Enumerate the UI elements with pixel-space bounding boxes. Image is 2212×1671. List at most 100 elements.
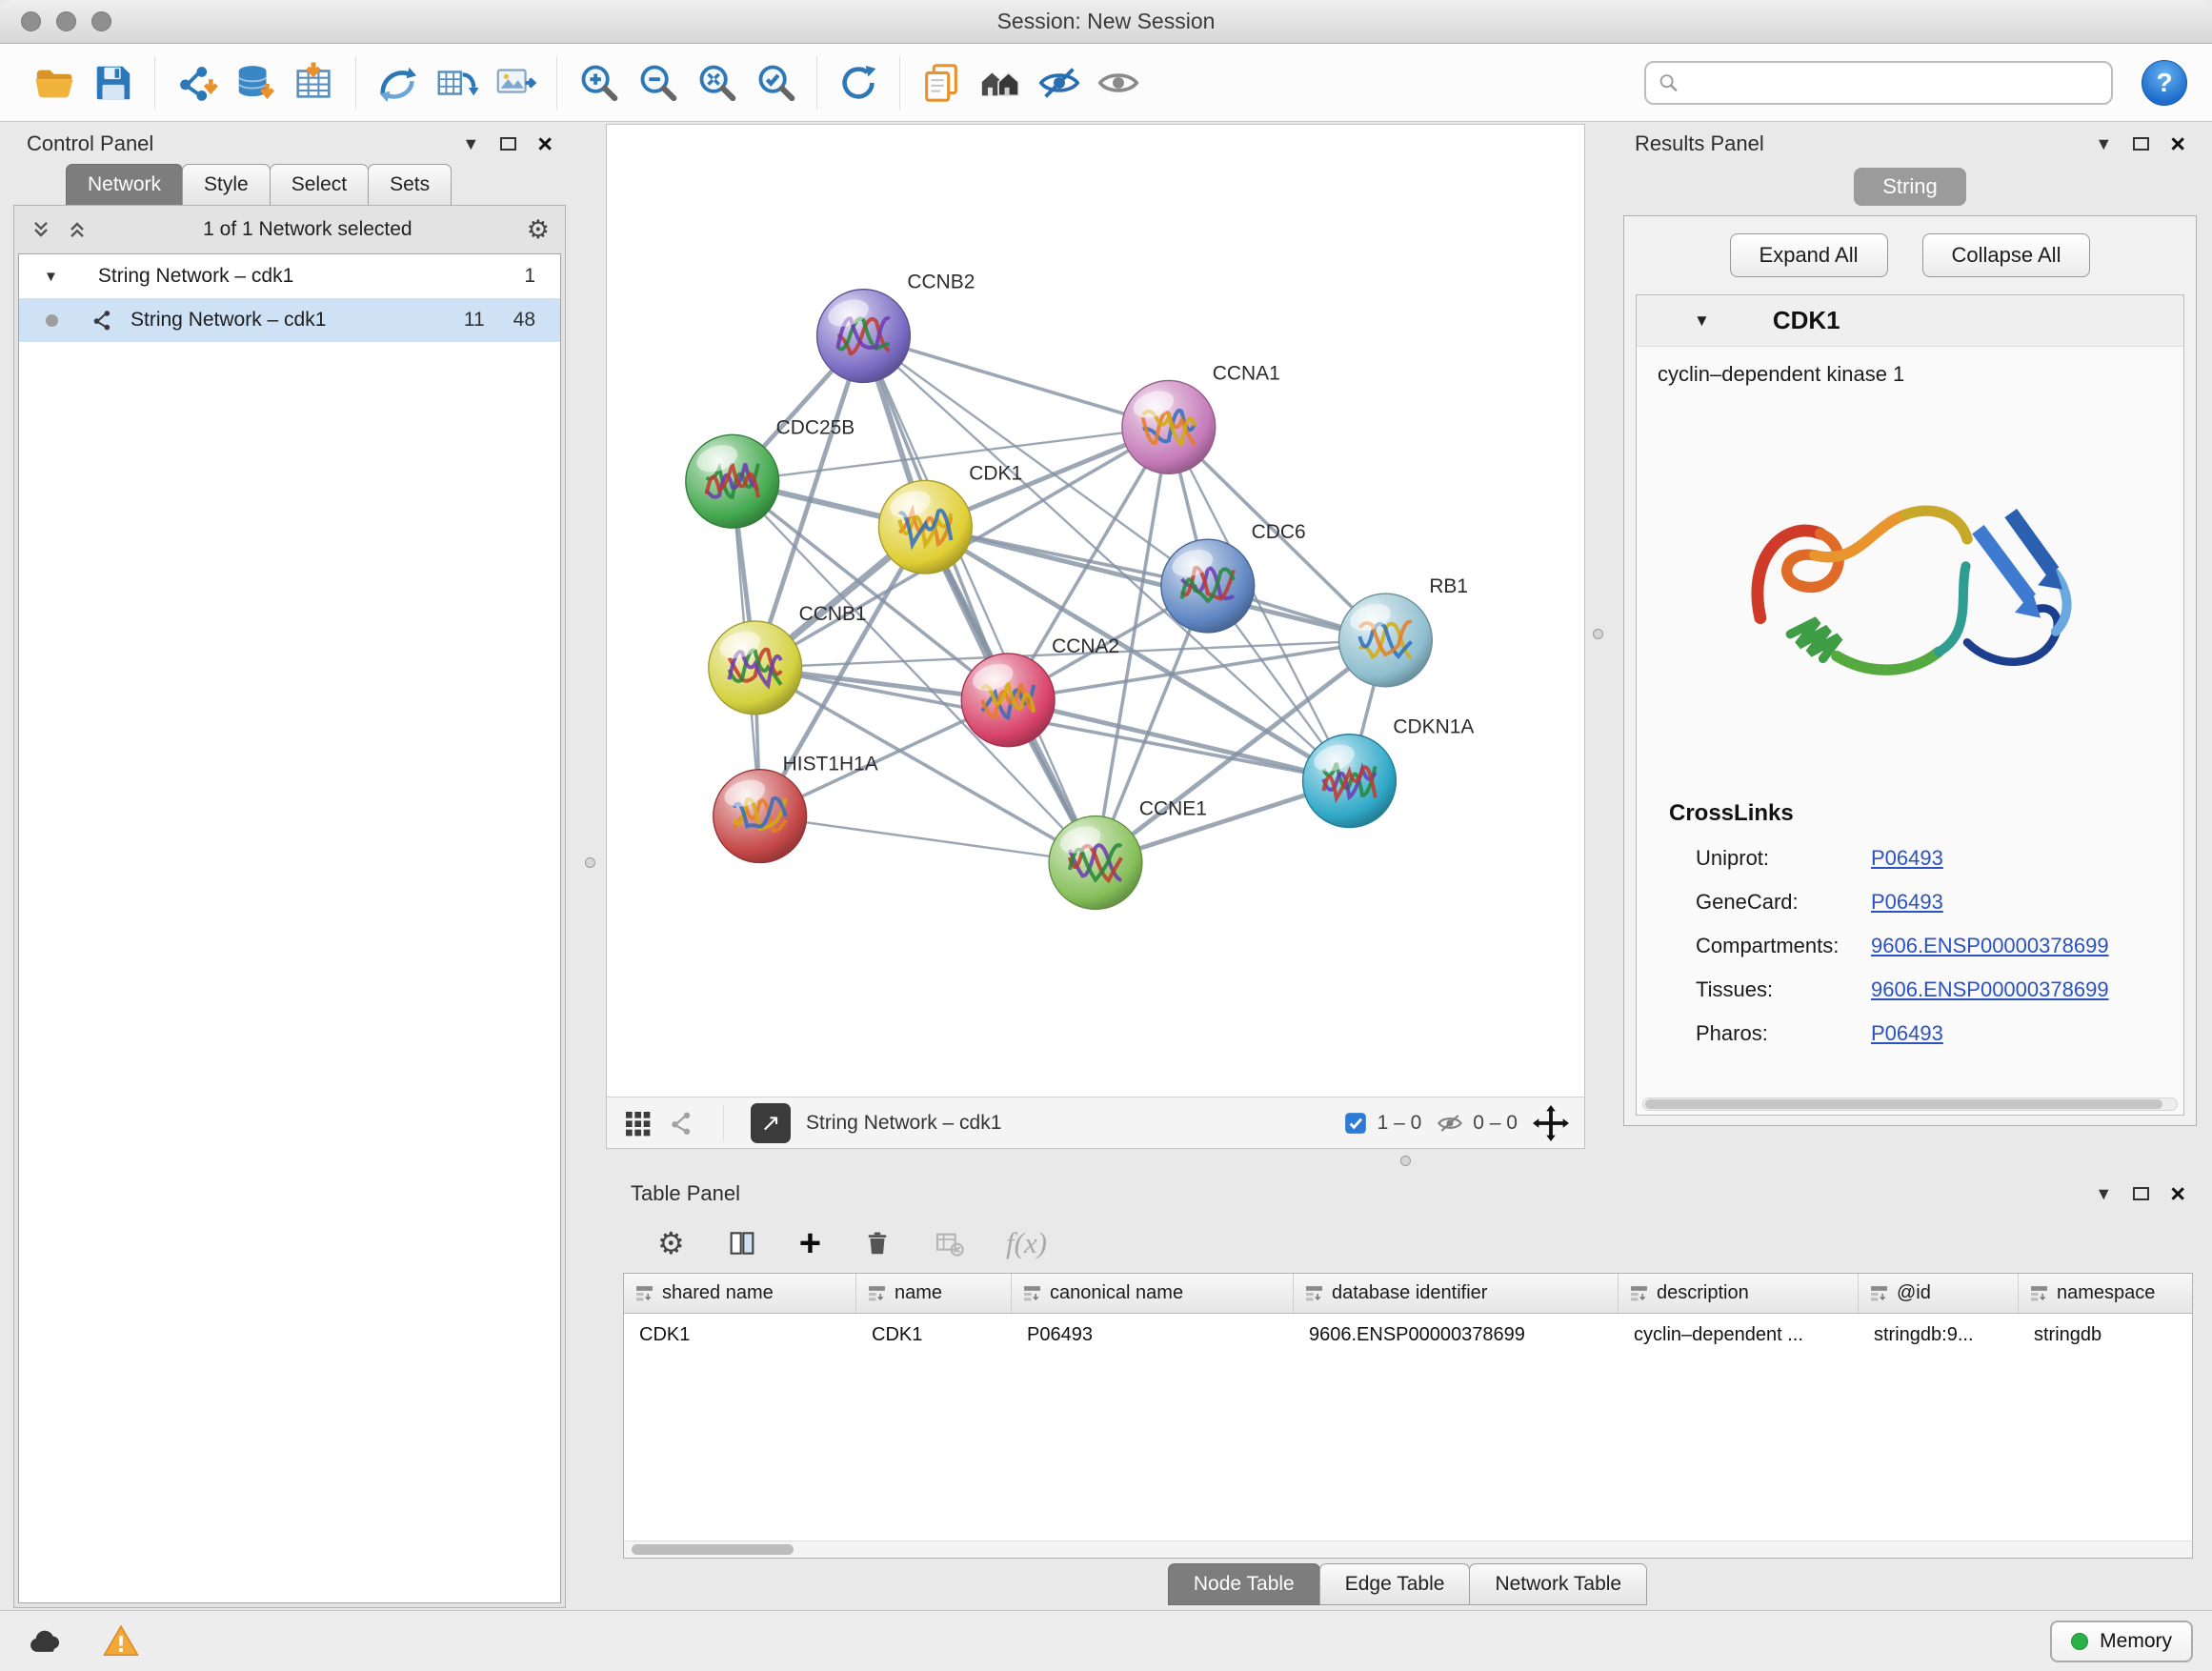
tab-select[interactable]: Select: [270, 164, 369, 206]
close-window-button[interactable]: [21, 11, 41, 31]
panel-collapse-icon[interactable]: ▼: [2095, 1184, 2112, 1204]
cell-database-identifier[interactable]: 9606.ENSP00000378699: [1294, 1324, 1619, 1346]
tab-edge-table[interactable]: Edge Table: [1319, 1563, 1471, 1605]
cell-id[interactable]: stringdb:9...: [1859, 1324, 2019, 1346]
column-header-id[interactable]: @id: [1859, 1274, 2019, 1313]
zoom-fit-button[interactable]: [687, 53, 746, 112]
panel-collapse-icon[interactable]: ▼: [462, 134, 479, 154]
gear-icon[interactable]: ⚙: [527, 217, 550, 243]
horizontal-scrollbar[interactable]: [1642, 1097, 2178, 1111]
panel-close-icon[interactable]: ×: [537, 131, 553, 157]
tab-node-table[interactable]: Node Table: [1168, 1563, 1320, 1605]
cell-canonical-name[interactable]: P06493: [1012, 1324, 1294, 1346]
expand-all-button[interactable]: Expand All: [1730, 233, 1888, 277]
trash-icon[interactable]: [863, 1229, 892, 1258]
network-node-CCNB1[interactable]: CCNB1: [709, 603, 867, 715]
expand-all-icon[interactable]: [66, 218, 89, 241]
column-header-canonical-name[interactable]: canonical name: [1012, 1274, 1294, 1313]
minimize-window-button[interactable]: [56, 11, 76, 31]
table-row[interactable]: CDK1 CDK1 P06493 9606.ENSP00000378699 cy…: [624, 1314, 2192, 1356]
network-node-RB1[interactable]: RB1: [1339, 575, 1469, 687]
collapse-all-button[interactable]: Collapse All: [1922, 233, 2091, 277]
crosslink-link[interactable]: P06493: [1871, 890, 1943, 915]
tab-network-table[interactable]: Network Table: [1469, 1563, 1647, 1605]
crosslink-link[interactable]: P06493: [1871, 1021, 1943, 1046]
vertical-splitter-handle[interactable]: [585, 857, 595, 868]
panel-float-icon[interactable]: [500, 137, 516, 151]
export-image-button[interactable]: [486, 53, 545, 112]
function-builder-icon[interactable]: f(x): [1006, 1226, 1047, 1260]
crosslink-link[interactable]: 9606.ENSP00000378699: [1871, 977, 2109, 1002]
network-canvas[interactable]: CCNB2CCNA1CDC25BCDK1CDC6RB1CCNB1CCNA2CDK…: [607, 125, 1584, 1097]
cloud-status-button[interactable]: [19, 1620, 70, 1663]
table-settings-gear-icon[interactable]: ⚙: [657, 1228, 685, 1258]
network-share-icon[interactable]: [668, 1109, 696, 1137]
cell-shared-name[interactable]: CDK1: [624, 1324, 856, 1346]
home-button[interactable]: [971, 53, 1030, 112]
collapse-all-icon[interactable]: [30, 218, 52, 241]
search-input[interactable]: [1688, 71, 2100, 94]
column-header-description[interactable]: description: [1619, 1274, 1859, 1313]
network-node-CCNB2[interactable]: CCNB2: [817, 272, 975, 383]
zoom-selected-button[interactable]: [746, 53, 805, 112]
column-header-shared-name[interactable]: shared name: [624, 1274, 856, 1313]
show-columns-icon[interactable]: [727, 1228, 757, 1258]
tab-style[interactable]: Style: [182, 164, 271, 206]
tab-network[interactable]: Network: [66, 164, 183, 206]
copy-document-button[interactable]: [912, 53, 971, 112]
new-network-button[interactable]: [368, 53, 427, 112]
column-header-name[interactable]: name: [856, 1274, 1012, 1313]
detach-view-button[interactable]: ↗: [751, 1103, 791, 1143]
vertical-splitter-handle[interactable]: [1593, 629, 1603, 639]
scrollbar-thumb[interactable]: [1645, 1099, 2162, 1109]
zoom-in-button[interactable]: [569, 53, 628, 112]
cell-name[interactable]: CDK1: [856, 1324, 1012, 1346]
network-edge[interactable]: [863, 336, 1168, 428]
column-header-namespace[interactable]: namespace: [2019, 1274, 2193, 1313]
network-node-CDKN1A[interactable]: CDKN1A: [1303, 716, 1475, 828]
help-button[interactable]: ?: [2142, 60, 2187, 106]
horizontal-splitter-handle[interactable]: [1400, 1156, 1411, 1166]
open-session-button[interactable]: [25, 53, 84, 112]
network-edge[interactable]: [925, 527, 1385, 640]
network-node-HIST1H1A[interactable]: HIST1H1A: [714, 754, 878, 863]
add-column-icon[interactable]: +: [799, 1224, 821, 1262]
save-session-button[interactable]: [84, 53, 143, 112]
hide-elements-button[interactable]: [1030, 53, 1089, 112]
panel-close-icon[interactable]: ×: [2170, 1181, 2185, 1207]
delete-table-icon[interactable]: [934, 1228, 964, 1258]
import-table-from-file-button[interactable]: [285, 53, 344, 112]
network-edge[interactable]: [760, 816, 1096, 863]
memory-button[interactable]: Memory: [2050, 1621, 2193, 1662]
network-edge[interactable]: [863, 336, 1096, 863]
network-from-table-button[interactable]: [427, 53, 486, 112]
cell-description[interactable]: cyclin–dependent ...: [1619, 1324, 1859, 1346]
cell-namespace[interactable]: stringdb: [2019, 1324, 2193, 1346]
refresh-view-button[interactable]: [829, 53, 888, 112]
network-node-CDK1[interactable]: CDK1: [878, 462, 1022, 574]
scrollbar-thumb[interactable]: [632, 1544, 794, 1555]
table-horizontal-scrollbar[interactable]: [624, 1540, 2192, 1558]
panel-collapse-icon[interactable]: ▼: [2095, 134, 2112, 154]
crosslink-link[interactable]: P06493: [1871, 846, 1943, 871]
network-row[interactable]: String Network – cdk1 11 48: [19, 298, 560, 342]
import-network-from-file-button[interactable]: [167, 53, 226, 112]
panel-close-icon[interactable]: ×: [2170, 131, 2185, 157]
network-collection-row[interactable]: ▼ String Network – cdk1 1: [19, 254, 560, 298]
panel-float-icon[interactable]: [2133, 1187, 2149, 1200]
pan-crosshair-icon[interactable]: [1533, 1105, 1569, 1141]
disclosure-triangle-icon[interactable]: ▼: [44, 269, 58, 285]
show-elements-button[interactable]: [1089, 53, 1148, 112]
zoom-window-button[interactable]: [91, 11, 111, 31]
warnings-button[interactable]: [95, 1620, 147, 1663]
import-network-from-database-button[interactable]: [226, 53, 285, 112]
zoom-out-button[interactable]: [628, 53, 687, 112]
grid-view-icon[interactable]: [622, 1108, 653, 1138]
tab-string[interactable]: String: [1854, 168, 1965, 206]
crosslink-link[interactable]: 9606.ENSP00000378699: [1871, 934, 2109, 958]
network-node-CCNA1[interactable]: CCNA1: [1122, 362, 1280, 473]
disclosure-triangle-icon[interactable]: ▼: [1694, 312, 1710, 331]
gene-section-header[interactable]: ▼ CDK1: [1637, 295, 2183, 347]
panel-float-icon[interactable]: [2133, 137, 2149, 151]
tab-sets[interactable]: Sets: [368, 164, 452, 206]
